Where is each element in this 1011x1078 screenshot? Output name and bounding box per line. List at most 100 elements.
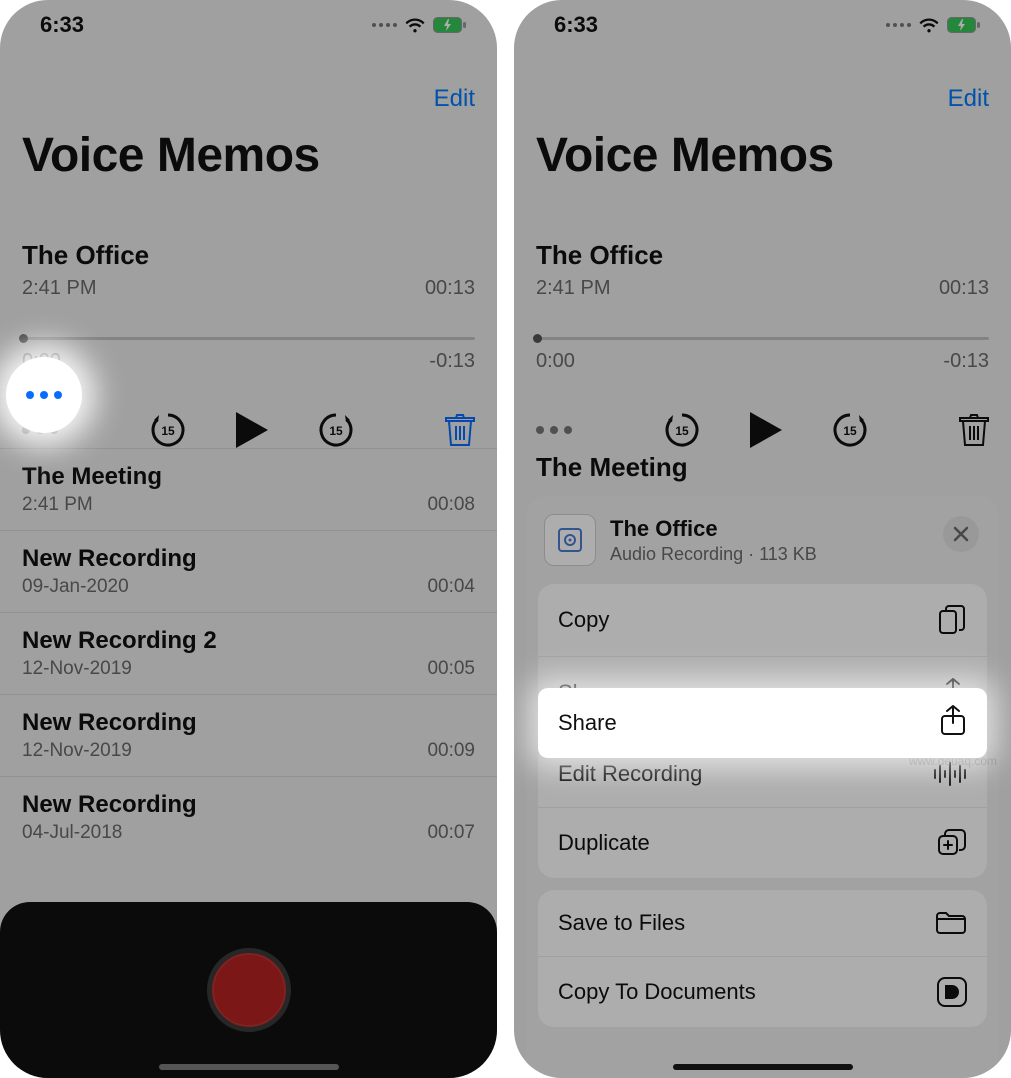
scrubber-times: 0:00 -0:13 xyxy=(536,350,989,373)
status-icons xyxy=(372,17,467,33)
selected-memo-time: 2:41 PM xyxy=(22,277,96,300)
battery-icon xyxy=(947,17,981,33)
status-bar: 6:33 xyxy=(0,0,497,50)
next-memo-title: The Meeting xyxy=(536,452,688,483)
time-remaining: -0:13 xyxy=(429,350,475,373)
skip-forward-15-icon[interactable]: 15 xyxy=(830,410,870,450)
duplicate-icon xyxy=(937,828,967,858)
play-button[interactable] xyxy=(234,410,270,450)
action-label: Copy To Documents xyxy=(558,979,756,1005)
action-duplicate[interactable]: Duplicate xyxy=(538,807,987,878)
action-label: Share xyxy=(558,710,617,736)
delete-button[interactable] xyxy=(445,413,475,447)
memo-dur: 00:04 xyxy=(427,576,475,598)
scrubber-track[interactable] xyxy=(22,337,475,340)
list-item[interactable]: New Recording 09-Jan-2020 00:04 xyxy=(0,530,497,612)
selected-memo: The Office 2:41 PM 00:13 xyxy=(536,240,989,300)
selected-memo-time: 2:41 PM xyxy=(536,277,610,300)
scrubber-track[interactable] xyxy=(536,337,989,340)
screenshot-right: 6:33 Edit Voice Memos The Office 2:41 PM… xyxy=(514,0,1011,1078)
copy-icon xyxy=(937,604,967,636)
edit-button[interactable]: Edit xyxy=(948,85,989,113)
memo-dur: 00:08 xyxy=(427,494,475,516)
record-button[interactable] xyxy=(207,948,291,1032)
skip-back-15-icon[interactable]: 15 xyxy=(662,410,702,450)
memo-title: New Recording xyxy=(22,709,475,737)
screenshot-left: 6:33 Edit Voice Memos The Office 2:41 PM… xyxy=(0,0,497,1078)
skip-forward-15-icon[interactable]: 15 xyxy=(316,410,356,450)
action-copy[interactable]: Copy xyxy=(538,584,987,656)
scrubber-thumb[interactable] xyxy=(19,334,28,343)
playback-controls: 15 15 xyxy=(22,410,475,450)
status-time: 6:33 xyxy=(40,12,84,38)
wifi-icon xyxy=(918,17,940,33)
memo-sub: 12-Nov-2019 xyxy=(22,740,132,762)
memo-dur: 00:05 xyxy=(427,658,475,680)
action-save-to-files[interactable]: Save to Files xyxy=(538,890,987,956)
more-button-highlighted[interactable] xyxy=(6,357,82,433)
delete-button[interactable] xyxy=(959,413,989,447)
home-indicator[interactable] xyxy=(673,1064,853,1070)
more-button[interactable] xyxy=(536,426,572,434)
cellular-icon xyxy=(886,23,911,27)
selected-memo-duration: 00:13 xyxy=(425,277,475,300)
svg-text:15: 15 xyxy=(329,424,343,438)
scrubber-thumb[interactable] xyxy=(533,334,542,343)
selected-memo-title: The Office xyxy=(22,240,475,271)
share-sheet: The Office Audio Recording · 113 KB Copy… xyxy=(526,496,999,1078)
share-file-meta: Audio Recording · 113 KB xyxy=(610,544,817,565)
share-file-title: The Office xyxy=(610,516,817,542)
action-label: Edit Recording xyxy=(558,761,702,787)
file-thumb-icon xyxy=(544,514,596,566)
memo-sub: 09-Jan-2020 xyxy=(22,576,129,598)
play-button[interactable] xyxy=(748,410,784,450)
memo-title: New Recording xyxy=(22,545,475,573)
list-item[interactable]: New Recording 2 12-Nov-2019 00:05 xyxy=(0,612,497,694)
selected-memo-duration: 00:13 xyxy=(939,277,989,300)
status-bar: 6:33 xyxy=(514,0,1011,50)
page-title: Voice Memos xyxy=(22,128,320,183)
memo-sub: 12-Nov-2019 xyxy=(22,658,132,680)
status-time: 6:33 xyxy=(554,12,598,38)
action-copy-to-documents[interactable]: Copy To Documents xyxy=(538,956,987,1027)
memo-sub: 2:41 PM xyxy=(22,494,93,516)
memo-title: The Meeting xyxy=(22,463,475,491)
folder-icon xyxy=(935,910,967,936)
time-elapsed: 0:00 xyxy=(536,350,575,373)
list-item[interactable]: New Recording 12-Nov-2019 00:09 xyxy=(0,694,497,776)
action-group-3: Save to Files Copy To Documents xyxy=(538,890,987,1027)
svg-text:15: 15 xyxy=(675,424,689,438)
action-share-highlighted[interactable]: Share xyxy=(538,688,987,758)
action-label: Duplicate xyxy=(558,830,650,856)
memo-dur: 00:07 xyxy=(427,822,475,844)
memo-list: The Meeting 2:41 PM 00:08 New Recording 0… xyxy=(0,448,497,858)
list-item[interactable]: New Recording 04-Jul-2018 00:07 xyxy=(0,776,497,858)
memo-title: New Recording xyxy=(22,791,475,819)
home-indicator[interactable] xyxy=(159,1064,339,1070)
memo-title: New Recording 2 xyxy=(22,627,475,655)
share-icon xyxy=(939,704,967,742)
scrubber-times: 0:00 -0:13 xyxy=(22,350,475,373)
memo-dur: 00:09 xyxy=(427,740,475,762)
playback-controls: 15 15 xyxy=(536,410,989,450)
documents-app-icon xyxy=(937,977,967,1007)
memo-sub: 04-Jul-2018 xyxy=(22,822,122,844)
skip-back-15-icon[interactable]: 15 xyxy=(148,410,188,450)
share-sheet-header: The Office Audio Recording · 113 KB xyxy=(538,510,987,584)
cellular-icon xyxy=(372,23,397,27)
action-label: Copy xyxy=(558,607,609,633)
close-button[interactable] xyxy=(943,516,979,552)
svg-text:15: 15 xyxy=(843,424,857,438)
svg-text:15: 15 xyxy=(161,424,175,438)
list-item[interactable]: The Meeting 2:41 PM 00:08 xyxy=(0,448,497,530)
record-bar xyxy=(0,902,497,1078)
action-label: Save to Files xyxy=(558,910,685,936)
page-title: Voice Memos xyxy=(536,128,834,183)
time-remaining: -0:13 xyxy=(943,350,989,373)
status-icons xyxy=(886,17,981,33)
wifi-icon xyxy=(404,17,426,33)
selected-memo-title: The Office xyxy=(536,240,989,271)
battery-icon xyxy=(433,17,467,33)
edit-button[interactable]: Edit xyxy=(434,85,475,113)
selected-memo: The Office 2:41 PM 00:13 xyxy=(22,240,475,300)
